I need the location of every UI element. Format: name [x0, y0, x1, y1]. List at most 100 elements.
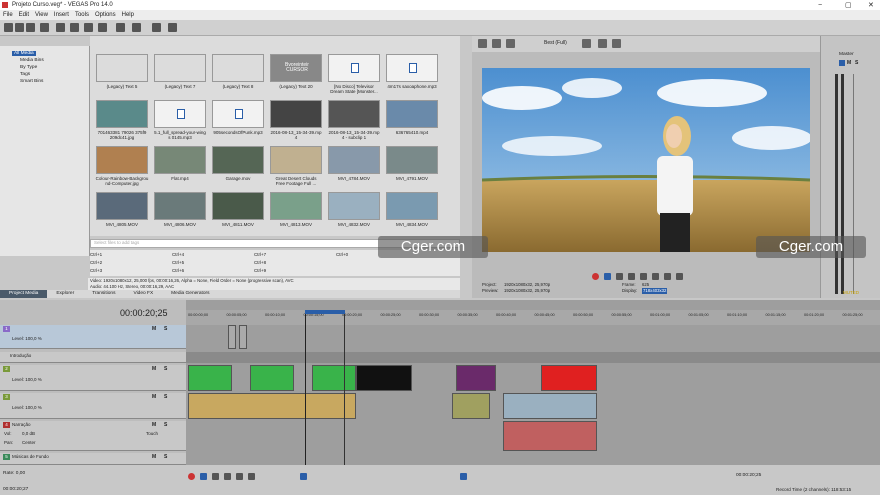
preview-settings-icon[interactable]	[478, 39, 487, 48]
tree-item-smart-bins[interactable]: Smart Bins	[20, 79, 43, 84]
track-3[interactable]: 3 Level: 100,0 % M S	[0, 393, 186, 419]
tab-transitions[interactable]: Transitions	[83, 290, 124, 298]
media-thumbnail[interactable]	[328, 54, 380, 82]
playhead[interactable]	[305, 310, 306, 465]
media-thumbnail[interactable]	[386, 192, 438, 220]
master-fader-left[interactable]	[835, 74, 838, 294]
copy-icon[interactable]	[84, 23, 93, 32]
media-thumbnail[interactable]: Bvoreinteir CURSOR	[270, 54, 322, 82]
record-icon[interactable]	[592, 273, 599, 280]
dark-clip[interactable]	[356, 365, 412, 391]
undo-icon[interactable]	[116, 23, 125, 32]
solo-button[interactable]: S	[164, 394, 167, 400]
timeline-ruler[interactable]: 00:00:00;00 00:00:05;00 00:00:10;00 00:00:1…	[186, 310, 880, 325]
pause-icon[interactable]	[236, 473, 243, 480]
mute-button[interactable]: M	[152, 366, 156, 372]
paste-icon[interactable]	[98, 23, 107, 32]
record-icon[interactable]	[188, 473, 195, 480]
settings-icon[interactable]	[152, 23, 161, 32]
menu-help[interactable]: Help	[122, 12, 134, 18]
green-screen-clip[interactable]	[312, 365, 356, 391]
pause-icon[interactable]	[640, 273, 647, 280]
red-clip[interactable]	[541, 365, 597, 391]
mute-button[interactable]: M	[152, 422, 156, 428]
media-thumbnail[interactable]	[270, 100, 322, 128]
tree-item-tags[interactable]: Tags	[20, 72, 30, 77]
media-thumbnail[interactable]	[154, 54, 206, 82]
menu-view[interactable]: View	[35, 12, 48, 18]
track-musicas[interactable]: 5 Músicas de Fundo M S	[0, 453, 186, 465]
audio-clip-narracao[interactable]	[503, 421, 597, 451]
mute-button[interactable]: M	[152, 454, 156, 460]
timeline-clip[interactable]	[239, 325, 247, 349]
mute-button[interactable]: M	[152, 394, 156, 400]
building-clip[interactable]	[503, 393, 597, 419]
track-2[interactable]: 2 Level: 100,0 % M S	[0, 365, 186, 391]
edit-tool-icon[interactable]	[300, 473, 307, 480]
menu-tools[interactable]: Tools	[75, 12, 89, 18]
media-thumbnail[interactable]	[96, 146, 148, 174]
tab-media-generators[interactable]: Media Generators	[162, 290, 218, 298]
menu-edit[interactable]: Edit	[19, 12, 29, 18]
tree-item-all-media[interactable]: All Media	[12, 51, 36, 56]
green-screen-clip[interactable]	[188, 365, 232, 391]
save-snapshot-icon[interactable]	[612, 39, 621, 48]
menu-insert[interactable]: Insert	[54, 12, 69, 18]
menu-options[interactable]: Options	[95, 12, 116, 18]
loop-icon[interactable]	[604, 273, 611, 280]
master-fx-icon[interactable]	[839, 60, 845, 66]
media-thumbnail[interactable]	[386, 146, 438, 174]
tree-item-by-type[interactable]: By Type	[20, 65, 37, 70]
tab-video-fx[interactable]: Video FX	[125, 290, 163, 298]
master-solo-button[interactable]: S	[855, 60, 858, 66]
loop-icon[interactable]	[200, 473, 207, 480]
master-fader-right[interactable]	[841, 74, 844, 294]
track-narracao[interactable]: 4 Narração Vol: 0,0 dB Pan: Center Touch…	[0, 421, 186, 451]
master-mute-button[interactable]: M	[847, 60, 851, 66]
automation-mode[interactable]: Touch	[146, 431, 158, 436]
media-thumbnail[interactable]	[96, 192, 148, 220]
green-screen-clip[interactable]	[250, 365, 294, 391]
media-thumbnail[interactable]	[386, 54, 438, 82]
field-clip[interactable]	[188, 393, 356, 419]
media-thumbnail[interactable]	[96, 100, 148, 128]
preview-device-icon[interactable]	[492, 39, 501, 48]
stop-icon[interactable]	[248, 473, 255, 480]
track-introducao[interactable]: Introdução	[0, 352, 186, 363]
open-icon[interactable]	[15, 23, 24, 32]
preview-quality-select[interactable]: Best (Full)	[544, 40, 567, 46]
tab-project-media[interactable]: Project Media	[0, 290, 48, 298]
track-1[interactable]: 1 Level: 100,0 % M S	[0, 325, 186, 349]
field-clip[interactable]	[452, 393, 490, 419]
redo-icon[interactable]	[132, 23, 141, 32]
snapping-icon[interactable]	[460, 473, 467, 480]
media-thumbnail[interactable]	[270, 146, 322, 174]
media-thumbnail[interactable]	[328, 100, 380, 128]
solo-button[interactable]: S	[164, 366, 167, 372]
media-thumbnail[interactable]	[270, 192, 322, 220]
tab-explorer[interactable]: Explorer	[47, 290, 83, 298]
media-thumbnail[interactable]	[212, 192, 264, 220]
properties-icon[interactable]	[40, 23, 49, 32]
solo-button[interactable]: S	[164, 454, 167, 460]
copy-snapshot-icon[interactable]	[598, 39, 607, 48]
maximize-button[interactable]: ▢	[845, 1, 852, 9]
media-thumbnail[interactable]	[154, 100, 206, 128]
media-thumbnail[interactable]	[154, 146, 206, 174]
loop-region-end[interactable]	[344, 310, 345, 465]
media-thumbnail[interactable]	[328, 192, 380, 220]
new-icon[interactable]	[4, 23, 13, 32]
prev-frame-icon[interactable]	[664, 273, 671, 280]
split-screen-icon[interactable]	[506, 39, 515, 48]
solo-button[interactable]: S	[164, 422, 167, 428]
minimize-button[interactable]: −	[818, 2, 822, 9]
stop-icon[interactable]	[652, 273, 659, 280]
media-thumbnail[interactable]	[386, 100, 438, 128]
mute-button[interactable]: M	[152, 326, 156, 332]
media-thumbnail[interactable]	[212, 100, 264, 128]
play-from-start-icon[interactable]	[616, 273, 623, 280]
overlays-icon[interactable]	[582, 39, 591, 48]
media-thumbnail[interactable]	[154, 192, 206, 220]
solo-button[interactable]: S	[164, 326, 167, 332]
play-icon[interactable]	[628, 273, 635, 280]
